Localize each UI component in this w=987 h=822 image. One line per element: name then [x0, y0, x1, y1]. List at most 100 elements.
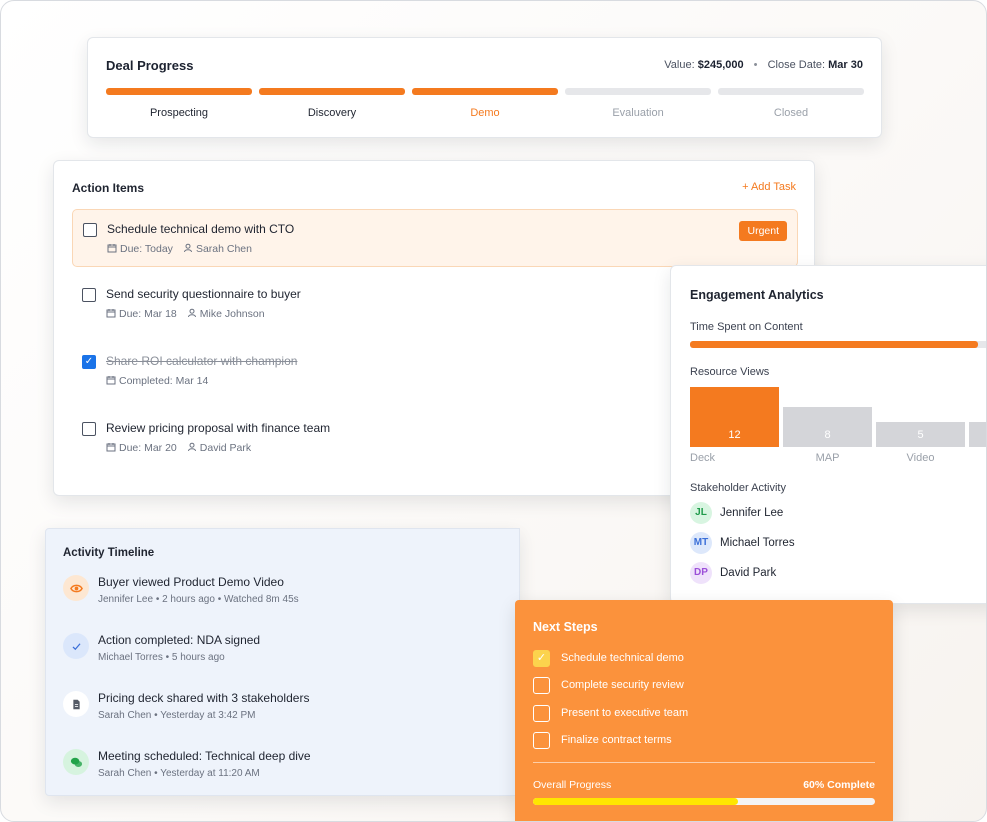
task-name: Review pricing proposal with finance tea…	[106, 421, 331, 435]
timeline-item-title: Action completed: NDA signed	[98, 633, 261, 647]
engagement-analytics-card: Engagement Analytics Time Spent on Conte…	[670, 265, 986, 604]
next-step-item[interactable]: Complete security review	[533, 677, 853, 697]
resource-view-bar[interactable]: 12	[690, 387, 779, 447]
overall-progress-label: Overall Progress	[533, 779, 612, 791]
stage-label: Discovery	[307, 107, 357, 119]
resource-view-value: 8	[824, 429, 831, 441]
task-date: Due: Today	[120, 243, 173, 255]
task-name: Share ROI calculator with champion	[106, 354, 298, 368]
stage-evaluation[interactable]: Evaluation	[565, 88, 711, 119]
next-step-label: Present to executive team	[561, 707, 689, 719]
overall-progress-bar	[533, 798, 875, 805]
task-checkbox[interactable]	[82, 422, 96, 436]
timeline-item[interactable]: Meeting scheduled: Technical deep dive Sa…	[63, 749, 503, 793]
action-items-title: Action Items	[72, 181, 145, 195]
avatar: JL	[690, 502, 712, 524]
stakeholder-item[interactable]: DP David Park	[690, 562, 890, 586]
calendar-icon	[106, 375, 116, 385]
resource-view-value: 12	[728, 429, 741, 441]
next-step-item[interactable]: Finalize contract terms	[533, 732, 853, 752]
task-name: Send security questionnaire to buyer	[106, 287, 301, 301]
next-step-checkbox[interactable]	[533, 732, 550, 749]
next-step-label: Finalize contract terms	[561, 734, 672, 746]
resource-view-bar[interactable]: 8	[783, 407, 872, 447]
stage-label: Prospecting	[149, 107, 209, 119]
deal-meta: Value: $245,000 • Close Date: Mar 30	[664, 59, 863, 71]
deal-progress-title: Deal Progress	[106, 58, 194, 73]
overall-progress-fill	[533, 798, 739, 805]
close-date: Mar 30	[828, 59, 863, 71]
stakeholder-activity-label: Stakeholder Activity	[690, 482, 786, 494]
resource-view-bar[interactable]: 5	[969, 422, 986, 447]
task-owner: Mike Johnson	[199, 308, 265, 320]
stakeholder-item[interactable]: JL Jennifer Lee	[690, 502, 890, 526]
stage-closed[interactable]: Closed	[718, 88, 864, 119]
app-frame: Deal Progress Value: $245,000 • Close Da…	[0, 0, 987, 822]
resource-view-label: Video	[906, 452, 935, 464]
add-task-button[interactable]: + Add Task	[742, 181, 796, 193]
stakeholder-name: David Park	[720, 567, 777, 579]
task-name: Schedule technical demo with CTO	[107, 222, 295, 236]
user-icon	[187, 308, 197, 318]
chat-icon	[63, 749, 89, 775]
stage-demo[interactable]: Demo	[412, 88, 558, 119]
task-date: Completed: Mar 14	[119, 375, 209, 387]
deal-value: $245,000	[697, 59, 744, 71]
timeline-item[interactable]: Action completed: NDA signed Michael Torr…	[63, 633, 503, 677]
stage-bar	[412, 88, 558, 95]
timeline-item[interactable]: Pricing deck shared with 3 stakeholders S…	[63, 691, 503, 735]
task-checkbox[interactable]: ✓	[82, 355, 96, 369]
timeline-item-title: Buyer viewed Product Demo Video	[98, 575, 284, 589]
stage-label: Demo	[470, 107, 500, 119]
timeline-item-meta: Sarah Chen • Yesterday at 11:20 AM	[98, 768, 260, 779]
stakeholder-name: Michael Torres	[720, 537, 795, 549]
stage-bar	[565, 88, 711, 95]
calendar-icon	[106, 442, 116, 452]
check-icon	[63, 633, 89, 659]
timeline-item-meta: Sarah Chen • Yesterday at 3:42 PM	[98, 710, 256, 721]
activity-timeline-title: Activity Timeline	[63, 547, 155, 559]
stage-discovery[interactable]: Discovery	[259, 88, 405, 119]
time-spent-label: Time Spent on Content	[690, 321, 803, 333]
task-meta: Due: Today Sarah Chen	[107, 243, 252, 255]
task-owner: David Park	[199, 442, 252, 454]
user-icon	[183, 243, 193, 253]
next-step-checkbox[interactable]	[533, 677, 550, 694]
stakeholder-item[interactable]: MT Michael Torres	[690, 532, 890, 556]
timeline-item-title: Pricing deck shared with 3 stakeholders	[98, 691, 310, 705]
task-meta: Completed: Mar 14	[106, 375, 208, 387]
next-step-item[interactable]: ✓ Schedule technical demo	[533, 650, 853, 670]
stage-label: Closed	[773, 107, 809, 119]
next-steps-title: Next Steps	[533, 620, 598, 634]
document-icon	[63, 691, 89, 717]
task-owner: Sarah Chen	[195, 243, 252, 255]
task-item[interactable]: Schedule technical demo with CTO Due: Tod…	[72, 209, 798, 267]
urgent-badge: Urgent	[739, 221, 787, 241]
eye-icon	[63, 575, 89, 601]
engagement-title: Engagement Analytics	[690, 288, 824, 302]
divider	[533, 762, 875, 763]
time-spent-fill	[690, 341, 978, 348]
value-label: Value:	[664, 59, 695, 71]
stage-prospecting[interactable]: Prospecting	[106, 88, 252, 119]
next-step-item[interactable]: Present to executive team	[533, 705, 853, 725]
resource-view-label: Deck	[690, 452, 716, 464]
resource-view-bar[interactable]: 5	[876, 422, 965, 447]
avatar: MT	[690, 532, 712, 554]
avatar: DP	[690, 562, 712, 584]
time-spent-bar	[690, 341, 986, 348]
next-step-checkbox[interactable]: ✓	[533, 650, 550, 667]
timeline-item[interactable]: Buyer viewed Product Demo Video Jennifer …	[63, 575, 503, 619]
task-meta: Due: Mar 20 David Park	[106, 442, 251, 454]
resource-view-label: MAP	[815, 452, 840, 464]
next-step-checkbox[interactable]	[533, 705, 550, 722]
timeline-item-meta: Michael Torres • 5 hours ago	[98, 652, 225, 663]
task-checkbox[interactable]	[82, 288, 96, 302]
task-meta: Due: Mar 18 Mike Johnson	[106, 308, 265, 320]
task-checkbox[interactable]	[83, 223, 97, 237]
next-step-label: Schedule technical demo	[561, 652, 684, 664]
timeline-item-title: Meeting scheduled: Technical deep dive	[98, 749, 311, 763]
timeline-item-meta: Jennifer Lee • 2 hours ago • Watched 8m …	[98, 594, 299, 605]
activity-timeline-card: Activity Timeline Buyer viewed Product D…	[45, 528, 520, 796]
stage-tracker: Prospecting Discovery Demo Evaluation Closed	[106, 88, 864, 119]
